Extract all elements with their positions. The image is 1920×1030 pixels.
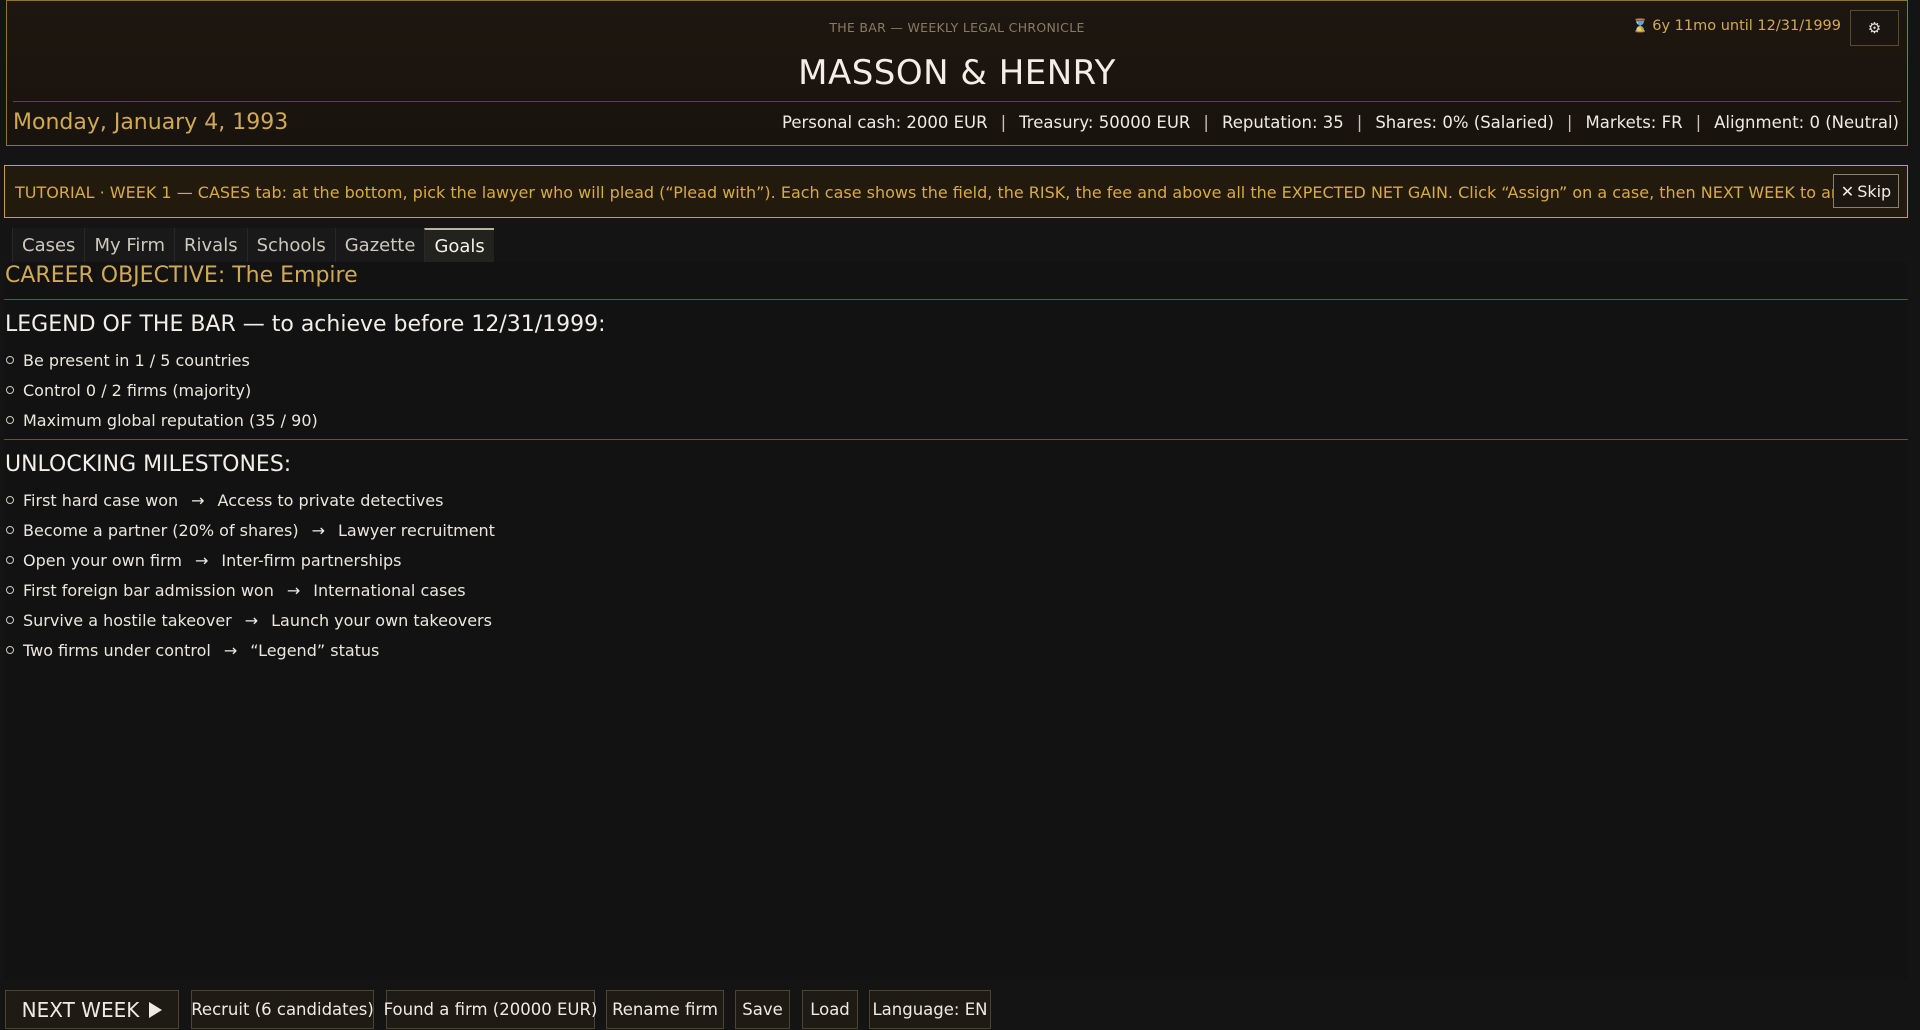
- deadline-countdown: ⌛ 6y 11mo until 12/31/1999: [1632, 18, 1841, 34]
- arrow-right-icon: →: [223, 640, 238, 660]
- milestone-condition: Become a partner (20% of shares): [23, 520, 299, 540]
- legend-goals-list: Be present in 1 / 5 countries Control 0 …: [5, 345, 318, 435]
- legend-goal-text: Maximum global reputation (35 / 90): [23, 410, 318, 430]
- countdown-text: 6y 11mo until 12/31/1999: [1652, 18, 1841, 34]
- close-icon: ✕: [1840, 181, 1855, 201]
- list-item: Survive a hostile takeover → Launch your…: [5, 605, 495, 635]
- milestone-condition: Open your own firm: [23, 550, 182, 570]
- tab-schools[interactable]: Schools: [246, 228, 335, 262]
- list-item: Be present in 1 / 5 countries: [5, 345, 318, 375]
- circle-bullet-icon: [6, 646, 14, 654]
- milestones-title: UNLOCKING MILESTONES:: [5, 452, 292, 477]
- stat-separator: |: [1566, 113, 1573, 132]
- stat-reputation: Reputation: 35: [1221, 113, 1344, 132]
- stat-shares: Shares: 0% (Salaried): [1375, 113, 1554, 132]
- milestone-unlock: “Legend” status: [250, 640, 380, 660]
- milestone-unlock: Access to private detectives: [217, 490, 444, 510]
- action-bar: NEXT WEEK Recruit (6 candidates) Found a…: [0, 990, 1920, 1030]
- firm-name-title: MASSON & HENRY: [798, 53, 1116, 93]
- stat-alignment: Alignment: 0 (Neutral): [1714, 113, 1899, 132]
- legend-divider: [4, 439, 1908, 440]
- milestones-list: First hard case won → Access to private …: [5, 485, 495, 665]
- list-item: First hard case won → Access to private …: [5, 485, 495, 515]
- skip-label: Skip: [1857, 181, 1892, 201]
- goals-panel: CAREER OBJECTIVE: The Empire LEGEND OF T…: [4, 262, 1908, 980]
- milestone-unlock: Inter-firm partnerships: [221, 550, 402, 570]
- circle-bullet-icon: [6, 616, 14, 624]
- chronicle-subtitle: THE BAR — WEEKLY LEGAL CHRONICLE: [829, 20, 1085, 35]
- stat-markets: Markets: FR: [1585, 113, 1683, 132]
- list-item: Control 0 / 2 firms (majority): [5, 375, 318, 405]
- circle-bullet-icon: [6, 496, 14, 504]
- circle-bullet-icon: [6, 586, 14, 594]
- main-tabs: Cases My Firm Rivals Schools Gazette Goa…: [12, 228, 494, 262]
- current-date: Monday, January 4, 1993: [13, 110, 289, 135]
- milestone-unlock: International cases: [313, 580, 466, 600]
- milestone-condition: First foreign bar admission won: [23, 580, 274, 600]
- header-panel: THE BAR — WEEKLY LEGAL CHRONICLE MASSON …: [6, 0, 1908, 146]
- stat-separator: |: [1356, 113, 1363, 132]
- tutorial-text: TUTORIAL · WEEK 1 — CASES tab: at the bo…: [15, 183, 1889, 202]
- rename-firm-button[interactable]: Rename firm: [606, 990, 724, 1029]
- stat-separator: |: [1695, 113, 1702, 132]
- milestone-unlock: Launch your own takeovers: [271, 610, 492, 630]
- tutorial-banner: TUTORIAL · WEEK 1 — CASES tab: at the bo…: [4, 165, 1908, 218]
- settings-button[interactable]: ⚙: [1850, 10, 1899, 46]
- legend-goal-text: Be present in 1 / 5 countries: [23, 350, 250, 370]
- skip-tutorial-button[interactable]: ✕ Skip: [1833, 174, 1899, 208]
- arrow-right-icon: →: [311, 520, 326, 540]
- circle-bullet-icon: [6, 356, 14, 364]
- next-week-label: NEXT WEEK: [21, 997, 140, 1022]
- objective-divider: [4, 299, 1908, 300]
- circle-bullet-icon: [6, 386, 14, 394]
- milestone-condition: Survive a hostile takeover: [23, 610, 232, 630]
- stat-separator: |: [1203, 113, 1209, 132]
- gear-icon: ⚙: [1867, 19, 1882, 37]
- tab-rivals[interactable]: Rivals: [174, 228, 247, 262]
- load-button[interactable]: Load: [802, 990, 858, 1029]
- recruit-button[interactable]: Recruit (6 candidates): [191, 990, 374, 1029]
- legend-goal-text: Control 0 / 2 firms (majority): [23, 380, 252, 400]
- arrow-right-icon: →: [244, 610, 259, 630]
- play-icon: [149, 1001, 163, 1018]
- circle-bullet-icon: [6, 526, 14, 534]
- arrow-right-icon: →: [191, 490, 205, 510]
- stat-treasury: Treasury: 50000 EUR: [1019, 113, 1191, 132]
- tab-goals[interactable]: Goals: [424, 228, 494, 262]
- milestone-condition: First hard case won: [23, 490, 179, 510]
- tab-gazette[interactable]: Gazette: [334, 228, 425, 262]
- arrow-right-icon: →: [286, 580, 301, 600]
- language-button[interactable]: Language: EN: [869, 990, 991, 1029]
- list-item: Open your own firm → Inter-firm partners…: [5, 545, 495, 575]
- hourglass-icon: ⌛: [1632, 18, 1649, 34]
- stat-personal-cash: Personal cash: 2000 EUR: [781, 113, 988, 132]
- career-objective: CAREER OBJECTIVE: The Empire: [5, 263, 358, 288]
- status-stats: Personal cash: 2000 EUR | Treasury: 50000 …: [782, 113, 1899, 132]
- legend-title: LEGEND OF THE BAR — to achieve before 12…: [5, 312, 606, 337]
- tab-cases[interactable]: Cases: [12, 228, 85, 262]
- circle-bullet-icon: [6, 416, 14, 424]
- stat-separator: |: [1000, 113, 1007, 132]
- list-item: Two firms under control → “Legend” statu…: [5, 635, 495, 665]
- milestone-condition: Two firms under control: [23, 640, 211, 660]
- milestone-unlock: Lawyer recruitment: [338, 520, 495, 540]
- next-week-button[interactable]: NEXT WEEK: [5, 990, 179, 1029]
- save-button[interactable]: Save: [735, 990, 790, 1029]
- list-item: Become a partner (20% of shares) → Lawye…: [5, 515, 495, 545]
- list-item: Maximum global reputation (35 / 90): [5, 405, 318, 435]
- arrow-right-icon: →: [194, 550, 209, 570]
- circle-bullet-icon: [6, 556, 14, 564]
- list-item: First foreign bar admission won → Intern…: [5, 575, 495, 605]
- header-divider: [13, 101, 1901, 102]
- found-firm-button[interactable]: Found a firm (20000 EUR): [384, 990, 597, 1029]
- tab-my-firm[interactable]: My Firm: [84, 228, 175, 262]
